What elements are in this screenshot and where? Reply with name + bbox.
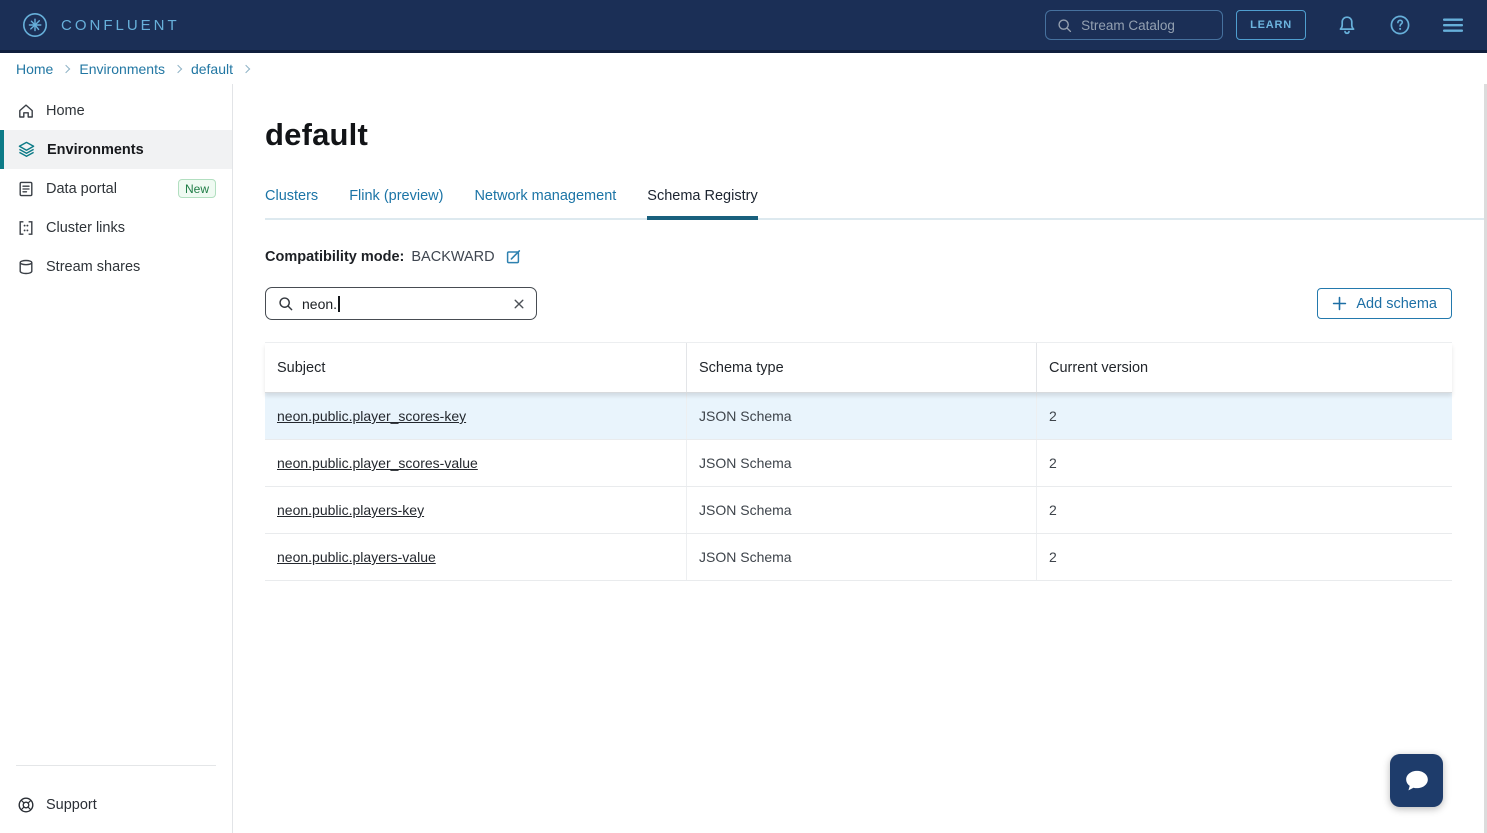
schema-type-cell: JSON Schema <box>687 534 1037 580</box>
schema-type-cell: JSON Schema <box>687 393 1037 439</box>
breadcrumb-default[interactable]: default <box>191 61 233 77</box>
sidebar-item-label: Home <box>46 103 85 119</box>
compatibility-mode-row: Compatibility mode: BACKWARD <box>265 248 1452 265</box>
close-icon <box>512 297 526 311</box>
speech-bubble-icon <box>1402 766 1432 796</box>
plus-icon <box>1332 296 1347 311</box>
table-header: Subject Schema type Current version <box>265 343 1452 393</box>
sidebar-divider <box>16 765 216 766</box>
schema-type-cell: JSON Schema <box>687 487 1037 533</box>
environment-tabs: Clusters Flink (preview) Network managem… <box>265 188 1485 220</box>
chevron-right-icon <box>62 65 70 73</box>
sidebar-item-label: Environments <box>47 142 144 158</box>
lifebuoy-icon <box>17 796 35 814</box>
add-schema-label: Add schema <box>1356 296 1437 312</box>
schema-type-cell: JSON Schema <box>687 440 1037 486</box>
tab-flink-preview[interactable]: Flink (preview) <box>349 188 443 218</box>
sidebar-item-label: Data portal <box>46 181 117 197</box>
chevron-right-icon <box>242 65 250 73</box>
add-schema-button[interactable]: Add schema <box>1317 288 1452 319</box>
top-navbar: CONFLUENT LEARN <box>0 0 1487 53</box>
edit-compatibility-button[interactable] <box>505 248 522 265</box>
sidebar-item-support[interactable]: Support <box>0 789 232 821</box>
sidebar-item-label: Support <box>46 797 97 813</box>
layers-icon <box>17 140 36 159</box>
sidebar-item-cluster-links[interactable]: Cluster links <box>0 208 232 247</box>
sidebar-item-label: Stream shares <box>46 259 140 275</box>
cluster-links-icon <box>17 219 35 237</box>
subject-link[interactable]: neon.public.player_scores-key <box>277 408 466 424</box>
edit-icon <box>505 248 522 265</box>
stream-catalog-search-input[interactable] <box>1081 18 1212 33</box>
sidebar-item-environments[interactable]: Environments <box>0 130 232 169</box>
current-version-cell: 2 <box>1037 487 1452 533</box>
home-icon <box>17 102 35 120</box>
compatibility-mode-label: Compatibility mode: <box>265 249 404 265</box>
subject-link[interactable]: neon.public.player_scores-value <box>277 455 478 471</box>
stream-catalog-search[interactable] <box>1045 10 1223 40</box>
compatibility-mode-value: BACKWARD <box>411 249 494 265</box>
subject-link[interactable]: neon.public.players-key <box>277 502 424 518</box>
app-window: CONFLUENT LEARN <box>0 0 1487 833</box>
sidebar-item-home[interactable]: Home <box>0 91 232 130</box>
sidebar-item-label: Cluster links <box>46 220 125 236</box>
learn-button[interactable]: LEARN <box>1236 10 1306 40</box>
sidebar-item-stream-shares[interactable]: Stream shares <box>0 247 232 286</box>
search-icon <box>1056 17 1073 34</box>
current-version-cell: 2 <box>1037 534 1452 580</box>
subject-search-value: neon. <box>302 296 337 312</box>
search-icon <box>277 295 294 312</box>
clear-search-button[interactable] <box>512 297 526 311</box>
hamburger-icon <box>1441 13 1465 37</box>
subject-link[interactable]: neon.public.players-value <box>277 549 436 565</box>
breadcrumb-home[interactable]: Home <box>16 61 53 77</box>
notifications-button[interactable] <box>1335 13 1359 37</box>
help-button[interactable] <box>1388 13 1412 37</box>
page-title: default <box>265 117 1452 153</box>
subject-search-input[interactable]: neon. <box>265 287 537 320</box>
tab-network-management[interactable]: Network management <box>474 188 616 218</box>
current-version-cell: 2 <box>1037 393 1452 439</box>
confluent-brand[interactable]: CONFLUENT <box>20 10 180 40</box>
sidebar-item-data-portal[interactable]: Data portal New <box>0 169 232 208</box>
schemas-table: Subject Schema type Current version neon… <box>265 342 1452 581</box>
document-icon <box>17 180 35 198</box>
text-caret <box>338 296 340 312</box>
main-content: default Clusters Flink (preview) Network… <box>233 84 1487 833</box>
main-menu-button[interactable] <box>1441 13 1465 37</box>
table-row[interactable]: neon.public.players-key JSON Schema 2 <box>265 487 1452 534</box>
table-row[interactable]: neon.public.player_scores-key JSON Schem… <box>265 393 1452 440</box>
new-badge: New <box>178 179 216 198</box>
sidebar: Home Environments <box>0 84 233 833</box>
chevron-right-icon <box>174 65 182 73</box>
tab-clusters[interactable]: Clusters <box>265 188 318 218</box>
help-icon <box>1388 13 1412 37</box>
tab-schema-registry[interactable]: Schema Registry <box>647 188 757 218</box>
breadcrumb: Home Environments default <box>0 53 1487 84</box>
breadcrumb-environments[interactable]: Environments <box>79 61 165 77</box>
brand-name: CONFLUENT <box>61 17 180 34</box>
column-header-schema-type: Schema type <box>687 343 1037 392</box>
table-row[interactable]: neon.public.player_scores-value JSON Sch… <box>265 440 1452 487</box>
column-header-current-version: Current version <box>1037 343 1452 392</box>
current-version-cell: 2 <box>1037 440 1452 486</box>
confluent-logo-icon <box>20 10 50 40</box>
database-icon <box>17 258 35 276</box>
chat-support-button[interactable] <box>1390 754 1443 807</box>
table-controls: neon. <box>265 287 1452 320</box>
column-header-subject: Subject <box>265 343 687 392</box>
table-row[interactable]: neon.public.players-value JSON Schema 2 <box>265 534 1452 581</box>
bell-icon <box>1335 13 1359 37</box>
